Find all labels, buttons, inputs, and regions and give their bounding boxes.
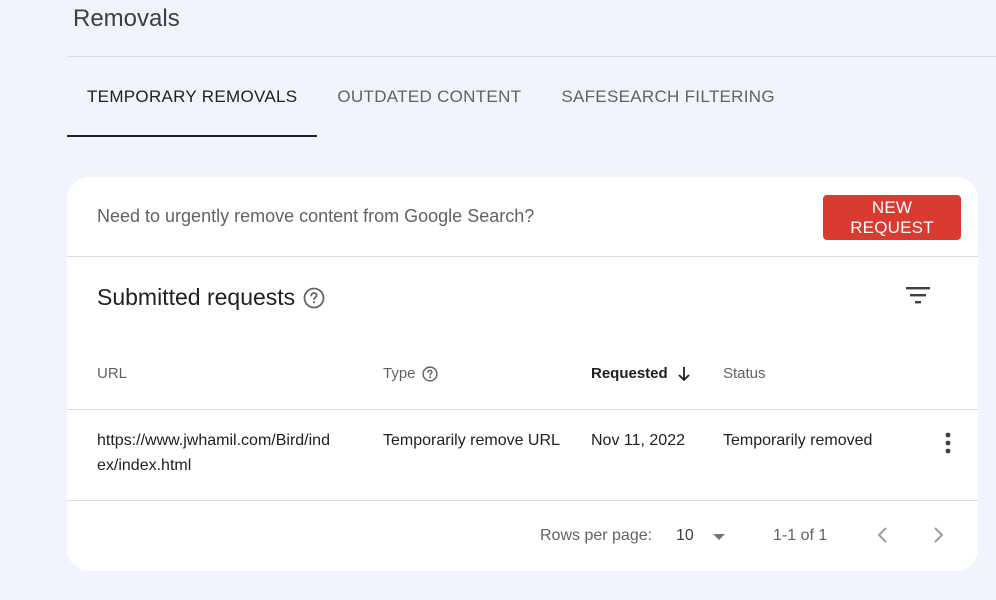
row-requested: Nov 11, 2022 xyxy=(591,432,685,449)
filter-icon[interactable] xyxy=(905,283,931,307)
chevron-right-icon[interactable] xyxy=(926,523,950,547)
column-header-status-label: Status xyxy=(723,365,766,382)
tab-temporary-removals[interactable]: TEMPORARY REMOVALS xyxy=(67,57,318,137)
column-header-requested[interactable]: Requested xyxy=(591,365,691,382)
sort-arrow-down-icon xyxy=(678,366,690,381)
help-icon[interactable] xyxy=(303,287,325,309)
submitted-requests-heading: Submitted requests xyxy=(97,284,325,311)
column-header-url-label: URL xyxy=(97,365,128,382)
row-url-line: ex/index.html xyxy=(97,457,192,474)
page-title: Removals xyxy=(73,5,180,32)
new-request-button[interactable]: NEW REQUEST xyxy=(823,195,961,240)
banner-text: Need to urgently remove content from Goo… xyxy=(97,206,535,226)
chevron-left-icon[interactable] xyxy=(871,523,895,547)
type-help-icon[interactable] xyxy=(421,365,438,382)
row-status: Temporarily removed xyxy=(723,432,873,449)
urgent-removal-banner: Need to urgently remove content from Goo… xyxy=(67,177,978,257)
removals-card: Need to urgently remove content from Goo… xyxy=(67,177,978,571)
tab-outdated-content[interactable]: OUTDATED CONTENT xyxy=(317,57,541,137)
column-header-status[interactable]: Status xyxy=(723,365,766,382)
table-footer-divider xyxy=(67,500,978,501)
column-header-requested-label: Requested xyxy=(591,365,668,382)
table-header-divider xyxy=(67,409,978,410)
tab-safesearch-filtering[interactable]: SAFESEARCH FILTERING xyxy=(541,57,795,137)
more-vert-icon[interactable] xyxy=(938,430,958,456)
row-url-line: https://www.jwhamil.com/Bird/ind xyxy=(97,432,330,449)
column-header-type[interactable]: Type xyxy=(383,365,438,382)
rows-per-page-select[interactable]: 10 xyxy=(676,527,694,545)
column-header-type-label: Type xyxy=(383,365,416,382)
rows-per-page-label: Rows per page: xyxy=(540,527,653,544)
row-type: Temporarily remove URL xyxy=(383,432,560,449)
column-header-url[interactable]: URL xyxy=(97,365,127,382)
tab-bar: TEMPORARY REMOVALS OUTDATED CONTENT SAFE… xyxy=(67,57,795,137)
pagination-range: 1-1 of 1 xyxy=(773,527,828,544)
dropdown-arrow-icon[interactable] xyxy=(710,529,728,545)
submitted-requests-title: Submitted requests xyxy=(97,284,296,310)
row-url: https://www.jwhamil.com/Bird/ind ex/inde… xyxy=(97,428,330,478)
